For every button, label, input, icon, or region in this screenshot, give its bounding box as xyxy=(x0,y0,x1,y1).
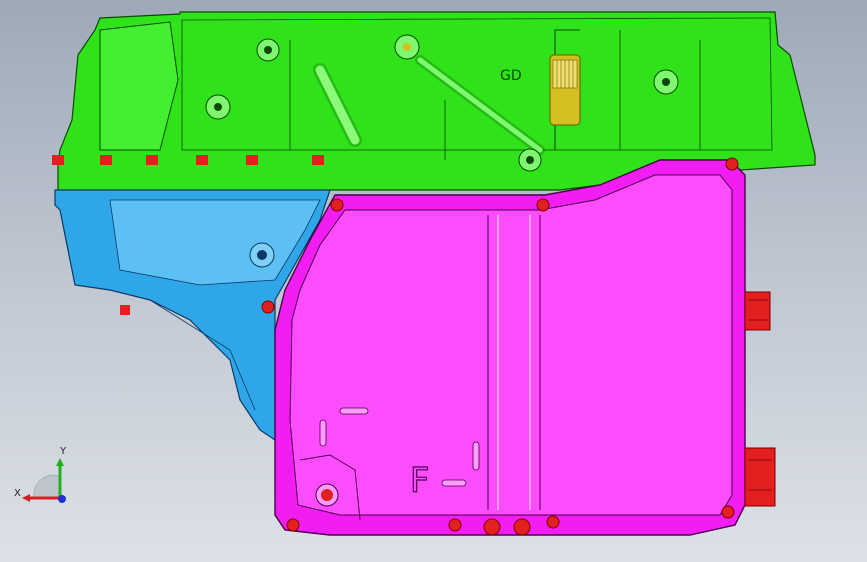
triad-plane-icon xyxy=(33,474,61,499)
cad-viewport[interactable]: GD F Y X xyxy=(0,0,867,562)
x-axis-label: X xyxy=(14,488,21,499)
yellow-fitting[interactable] xyxy=(549,54,581,126)
oil-pan[interactable]: F xyxy=(274,159,746,536)
housing-marking: GD xyxy=(500,68,522,84)
z-axis-icon xyxy=(58,495,66,503)
side-connectors[interactable] xyxy=(744,291,776,507)
coordinate-triad: Y X xyxy=(14,446,67,503)
y-axis-label: Y xyxy=(59,446,67,457)
pan-marking: F xyxy=(410,461,430,501)
transmission-model[interactable]: GD F xyxy=(0,0,867,562)
